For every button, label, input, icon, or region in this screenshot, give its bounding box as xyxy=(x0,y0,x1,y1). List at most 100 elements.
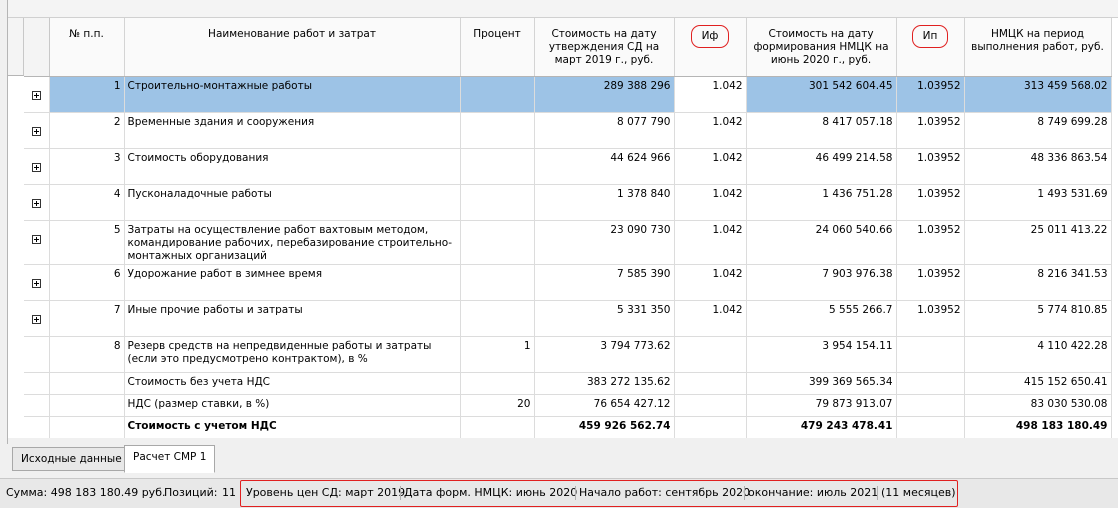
expand-cell[interactable] xyxy=(24,76,50,113)
summary-row[interactable]: Стоимость без учета НДС 383 272 135.62 399… xyxy=(24,372,1112,395)
header-row: № п.п. Наименование работ и затрат Проце… xyxy=(24,18,1112,77)
row-ip: 1.03952 xyxy=(896,76,965,113)
row-name: Строительно-монтажные работы xyxy=(124,76,461,113)
tab-smr-calc[interactable]: Расчет СМР 1 xyxy=(124,445,216,473)
row-name: Иные прочие работы и затраты xyxy=(124,300,461,337)
status-bar: Сумма: 498 183 180.49 руб. Позиций: 11 У… xyxy=(0,478,1118,508)
status-highlight-box xyxy=(240,480,958,507)
status-sum: Сумма: 498 183 180.49 руб. xyxy=(6,486,166,499)
row-number: 6 xyxy=(49,264,125,301)
header-number[interactable]: № п.п. xyxy=(49,18,125,77)
row-name: Стоимость оборудования xyxy=(124,148,461,185)
summary-nmck: 83 030 530.08 xyxy=(964,394,1112,417)
header-ip[interactable]: Ип xyxy=(896,18,965,77)
row-name: Пусконаладочные работы xyxy=(124,184,461,221)
table-row[interactable]: 4 Пусконаладочные работы 1 378 840 1.042 1 4… xyxy=(24,184,1112,221)
row-cost-sd: 44 624 966 xyxy=(534,148,675,185)
summary-if xyxy=(674,372,747,395)
table-row[interactable]: 1 Строительно-монтажные работы 289 388 296… xyxy=(24,76,1112,113)
row-if: 1.042 xyxy=(674,112,747,149)
row-percent xyxy=(460,220,535,265)
row-cost-nmck: 7 903 976.38 xyxy=(746,264,897,301)
expand-cell[interactable] xyxy=(24,184,50,221)
header-cost-nmck[interactable]: Стоимость на дату формирования НМЦК на и… xyxy=(746,18,897,77)
status-positions-label: Позиций: xyxy=(164,486,218,499)
summary-row[interactable]: Стоимость с учетом НДС 459 926 562.74 479 … xyxy=(24,416,1112,439)
header-nmck-period[interactable]: НМЦК на период выполнения работ, руб. xyxy=(964,18,1112,77)
summary-cost-sd: 76 654 427.12 xyxy=(534,394,675,417)
row-cost-sd: 1 378 840 xyxy=(534,184,675,221)
table-row[interactable]: 3 Стоимость оборудования 44 624 966 1.042 46… xyxy=(24,148,1112,185)
expand-plus-icon[interactable] xyxy=(31,126,41,136)
summary-number xyxy=(49,416,125,439)
table-row[interactable]: 8 Резерв средств на непредвиденные работы… xyxy=(24,336,1112,373)
row-nmck: 48 336 863.54 xyxy=(964,148,1112,185)
expand-cell[interactable] xyxy=(24,300,50,337)
sheet-tabs: Исходные данные Расчет СМР 1 xyxy=(0,445,1118,475)
row-if: 1.042 xyxy=(674,300,747,337)
row-number: 2 xyxy=(49,112,125,149)
summary-cost-nmck: 479 243 478.41 xyxy=(746,416,897,439)
row-percent xyxy=(460,300,535,337)
expand-cell[interactable] xyxy=(24,336,50,373)
expand-cell[interactable] xyxy=(24,264,50,301)
row-nmck: 1 493 531.69 xyxy=(964,184,1112,221)
header-name[interactable]: Наименование работ и затрат xyxy=(124,18,461,77)
table-row[interactable]: 6 Удорожание работ в зимнее время 7 585 39… xyxy=(24,264,1112,301)
row-number: 3 xyxy=(49,148,125,185)
row-number: 8 xyxy=(49,336,125,373)
row-ip: 1.03952 xyxy=(896,148,965,185)
row-percent: 1 xyxy=(460,336,535,373)
row-number: 5 xyxy=(49,220,125,265)
summary-name: НДС (размер ставки, в %) xyxy=(124,394,461,417)
expand-plus-icon[interactable] xyxy=(31,90,41,100)
expand-cell[interactable] xyxy=(24,220,50,265)
summary-nmck: 415 152 650.41 xyxy=(964,372,1112,395)
table-row[interactable]: 7 Иные прочие работы и затраты 5 331 350 1.… xyxy=(24,300,1112,337)
summary-row[interactable]: НДС (размер ставки, в %) 20 76 654 427.12 7… xyxy=(24,394,1112,417)
row-indicator-header xyxy=(8,18,24,76)
expand-cell xyxy=(24,416,50,439)
expand-cell[interactable] xyxy=(24,148,50,185)
group-panel-strip xyxy=(0,0,1118,18)
table-row[interactable]: 5 Затраты на осуществление работ вахтовым… xyxy=(24,220,1112,265)
table-row[interactable]: 2 Временные здания и сооружения 8 077 790 1… xyxy=(24,112,1112,149)
row-percent xyxy=(460,76,535,113)
row-cost-sd: 289 388 296 xyxy=(534,76,675,113)
summary-cost-sd: 383 272 135.62 xyxy=(534,372,675,395)
summary-number xyxy=(49,372,125,395)
row-if: 1.042 xyxy=(674,148,747,185)
expand-plus-icon[interactable] xyxy=(31,278,41,288)
expand-plus-icon[interactable] xyxy=(31,198,41,208)
header-if[interactable]: Иф xyxy=(674,18,747,77)
row-name: Затраты на осуществление работ вахтовым … xyxy=(124,220,461,265)
summary-cost-sd: 459 926 562.74 xyxy=(534,416,675,439)
row-percent xyxy=(460,148,535,185)
expand-cell xyxy=(24,394,50,417)
expand-plus-icon[interactable] xyxy=(31,234,41,244)
row-ip: 1.03952 xyxy=(896,184,965,221)
summary-percent: 20 xyxy=(460,394,535,417)
row-ip xyxy=(896,336,965,373)
row-nmck: 25 011 413.22 xyxy=(964,220,1112,265)
row-cost-nmck: 24 060 540.66 xyxy=(746,220,897,265)
if-label-circled: Иф xyxy=(690,25,730,48)
summary-percent xyxy=(460,416,535,439)
row-percent xyxy=(460,184,535,221)
header-percent[interactable]: Процент xyxy=(460,18,535,77)
summary-name: Стоимость без учета НДС xyxy=(124,372,461,395)
summary-ip xyxy=(896,372,965,395)
header-expand xyxy=(24,18,50,77)
grid-frame: № п.п. Наименование работ и затрат Проце… xyxy=(0,0,1118,444)
expand-plus-icon[interactable] xyxy=(31,162,41,172)
row-name: Временные здания и сооружения xyxy=(124,112,461,149)
header-cost-sd[interactable]: Стоимость на дату утверждения СД на март… xyxy=(534,18,675,77)
horizontal-scrollbar[interactable] xyxy=(8,438,1118,444)
row-cost-sd: 3 794 773.62 xyxy=(534,336,675,373)
expand-plus-icon[interactable] xyxy=(31,314,41,324)
row-nmck: 5 774 810.85 xyxy=(964,300,1112,337)
summary-if xyxy=(674,416,747,439)
tab-source-data[interactable]: Исходные данные xyxy=(12,447,131,471)
summary-ip xyxy=(896,394,965,417)
expand-cell[interactable] xyxy=(24,112,50,149)
